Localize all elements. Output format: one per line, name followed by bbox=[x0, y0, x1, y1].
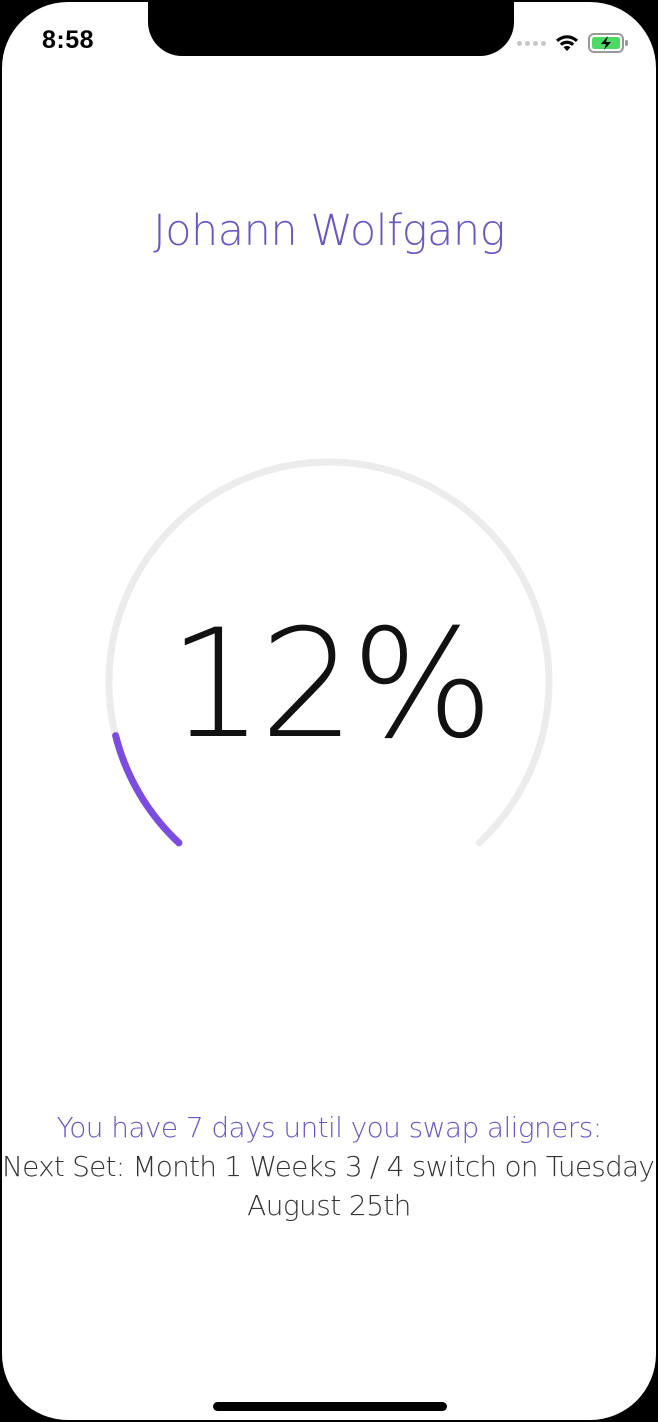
swap-message: You have 7 days until you swap aligners: bbox=[56, 1111, 602, 1144]
aligner-info: You have 7 days until you swap aligners:… bbox=[2, 1108, 656, 1225]
next-set-line: Next Set: Month 1 Weeks 3 / 4 switch on … bbox=[2, 1150, 656, 1183]
next-set-date: August 25th bbox=[247, 1189, 411, 1222]
progress-percent: 12% bbox=[168, 598, 493, 772]
home-indicator[interactable] bbox=[213, 1402, 447, 1411]
app-screen: 8:58 Johann Wolfgang 12% You have 7 days… bbox=[2, 2, 656, 1420]
device-frame: 8:58 Johann Wolfgang 12% You have 7 days… bbox=[0, 0, 658, 1422]
